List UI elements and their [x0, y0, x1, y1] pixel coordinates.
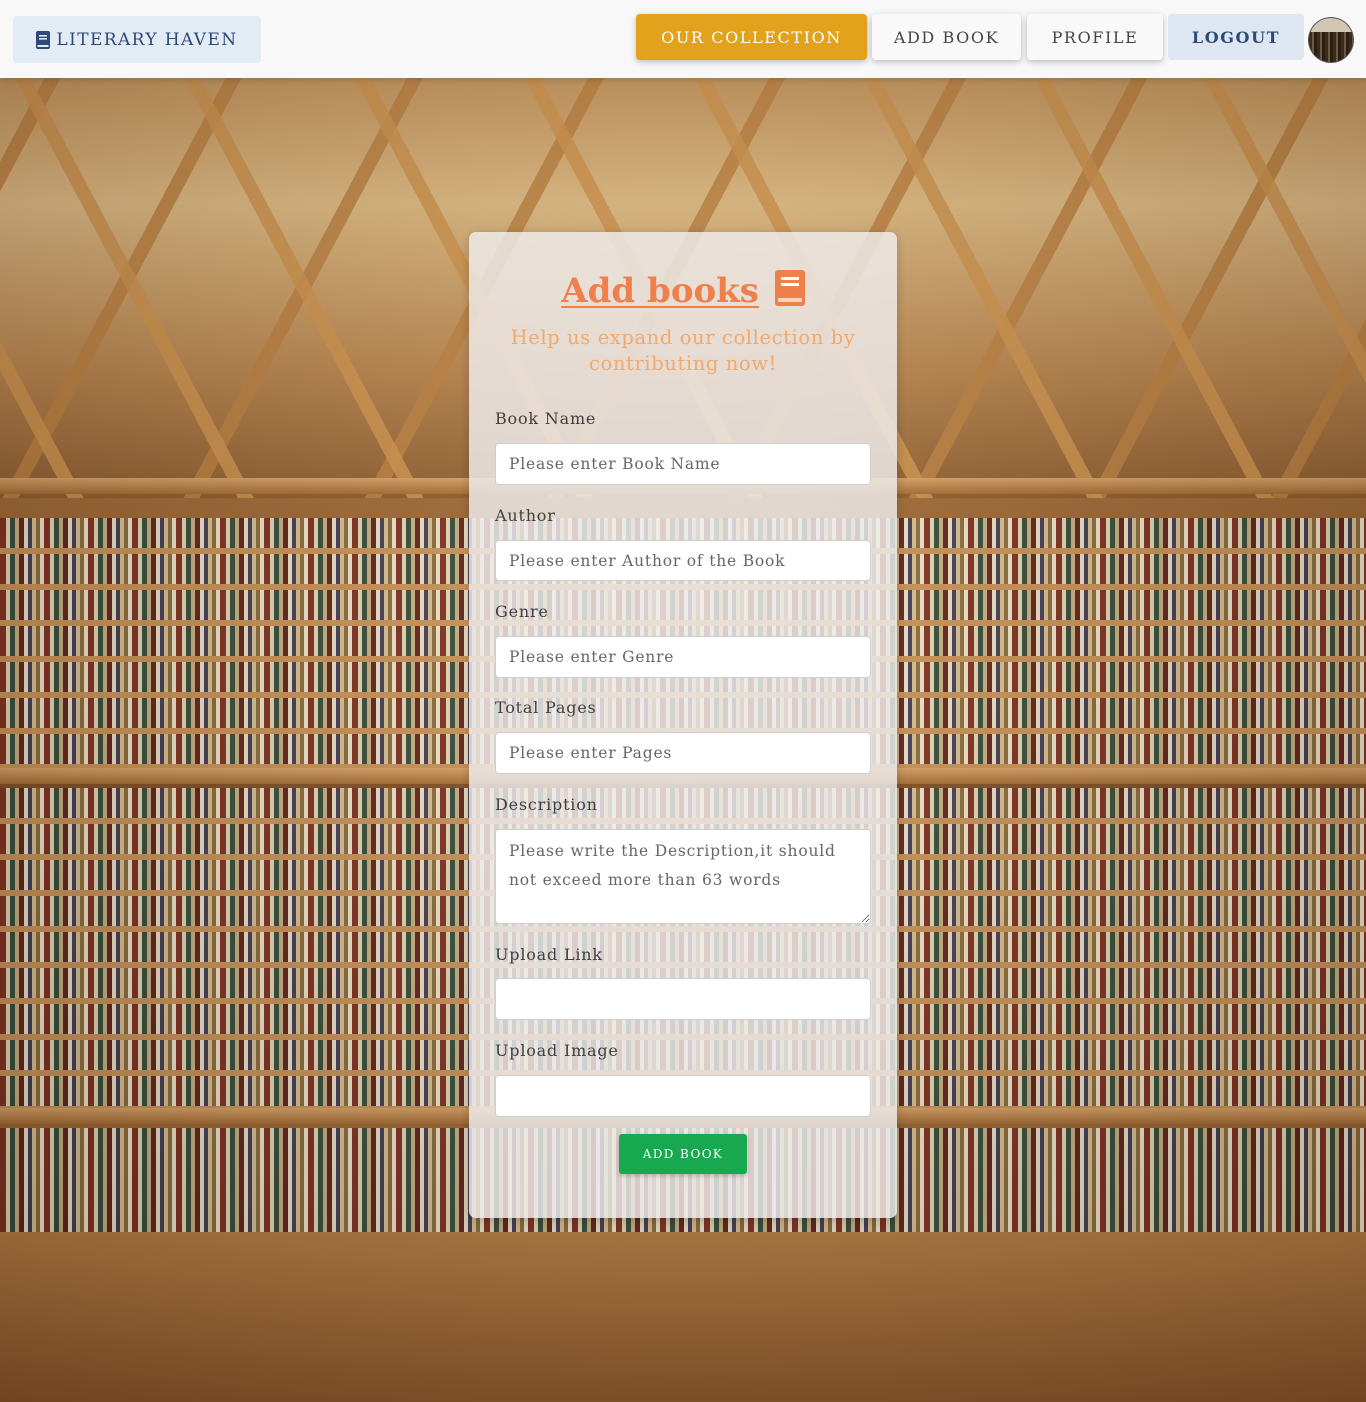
brand-link[interactable]: LITERARY HAVEN — [13, 16, 261, 63]
page-subtitle: Help us expand our collection by contrib… — [510, 326, 856, 375]
book-icon — [774, 270, 805, 306]
nav-profile[interactable]: PROFILE — [1027, 14, 1163, 60]
book-name-label: Book Name — [495, 409, 597, 428]
book-name-input[interactable] — [495, 443, 871, 485]
page-title: Add books — [0, 270, 1366, 311]
author-label: Author — [495, 506, 556, 525]
nav-our-collection[interactable]: OUR COLLECTION — [636, 14, 867, 60]
upload-link-label: Upload Link — [495, 945, 603, 964]
avatar[interactable] — [1309, 18, 1353, 62]
add-book-submit-button[interactable]: ADD BOOK — [619, 1134, 747, 1174]
description-label: Description — [495, 795, 598, 814]
description-textarea[interactable] — [495, 829, 871, 924]
brand-label: LITERARY HAVEN — [56, 29, 238, 50]
top-navbar: LITERARY HAVEN OUR COLLECTION ADD BOOK P… — [0, 0, 1366, 78]
upload-image-input[interactable] — [495, 1075, 871, 1117]
book-icon — [36, 30, 51, 49]
total-pages-input[interactable] — [495, 732, 871, 774]
upload-link-input[interactable] — [495, 978, 871, 1020]
total-pages-label: Total Pages — [495, 698, 597, 717]
page-title-text: Add books — [561, 271, 759, 311]
nav-add-book[interactable]: ADD BOOK — [872, 14, 1021, 60]
genre-input[interactable] — [495, 636, 871, 678]
upload-image-label: Upload Image — [495, 1041, 619, 1060]
author-input[interactable] — [495, 540, 871, 581]
genre-label: Genre — [495, 602, 549, 621]
add-book-card — [469, 232, 897, 1218]
logout-button[interactable]: LOGOUT — [1168, 14, 1304, 60]
